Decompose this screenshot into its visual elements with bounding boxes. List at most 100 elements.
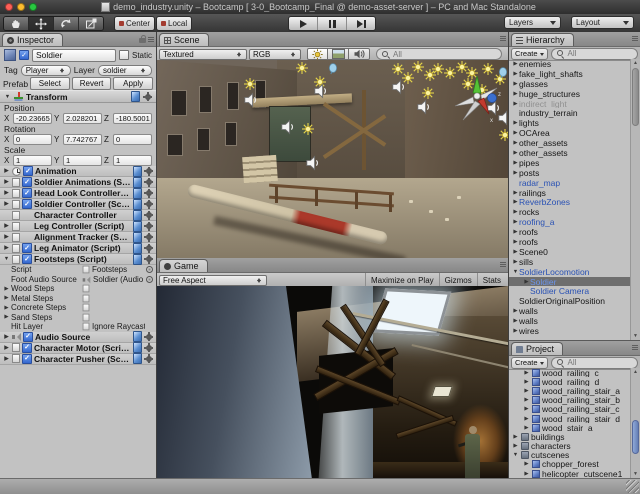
gear-icon[interactable] — [144, 200, 153, 209]
help-book-icon[interactable] — [133, 177, 142, 188]
hierarchy-item[interactable]: ▶ OCArea — [509, 128, 630, 138]
resize-grip[interactable] — [626, 480, 639, 493]
hierarchy-item[interactable]: ▶ other_assets — [509, 148, 630, 158]
speaker-gizmo-icon[interactable] — [499, 112, 508, 125]
scene-panel-menu[interactable] — [500, 36, 506, 41]
foldout-icon[interactable]: ▶ — [512, 150, 519, 156]
hierarchy-item[interactable]: SoldierOriginalPosition — [509, 296, 630, 306]
tab-scene[interactable]: Scene — [159, 33, 209, 46]
sun-gizmo-icon[interactable] — [462, 78, 474, 90]
project-item[interactable]: ▶ helicopter_cutscene1 — [509, 469, 630, 478]
gear-icon[interactable] — [144, 167, 153, 176]
foldout-icon[interactable]: ▶ — [512, 130, 519, 136]
lock-icon[interactable] — [139, 38, 146, 43]
project-item[interactable]: ▶ wood_railing_stair_b — [509, 396, 630, 405]
help-book-icon[interactable] — [133, 199, 142, 210]
inspector-panel-menu[interactable] — [139, 36, 154, 43]
hierarchy-item[interactable]: ▶ huge_structures — [509, 89, 630, 99]
foldout-icon[interactable]: ▶ — [523, 425, 530, 431]
foldout-icon[interactable]: ▶ — [512, 209, 519, 215]
scroll-up-icon[interactable]: ▲ — [631, 369, 640, 375]
speaker-gizmo-icon[interactable] — [307, 157, 318, 170]
foldout-icon[interactable]: ▶ — [3, 223, 10, 229]
foldout-icon[interactable]: ▶ — [523, 388, 530, 394]
foldout-icon[interactable]: ▶ — [512, 160, 519, 166]
layers-dropdown[interactable]: Layers — [504, 16, 561, 29]
menu-icon[interactable] — [632, 345, 638, 350]
project-item[interactable]: ▶ wood_railing_c — [509, 368, 630, 377]
foldout-icon[interactable]: ▶ — [523, 279, 530, 285]
gameobject-name-field[interactable]: Soldier — [32, 49, 116, 62]
component-header[interactable]: ▶ ✓ Character Pusher (Script) — [0, 354, 156, 365]
component-checkbox[interactable]: ✓ — [22, 354, 32, 364]
hierarchy-item[interactable]: ▶ railings — [509, 188, 630, 198]
speaker-gizmo-icon[interactable] — [282, 121, 293, 134]
balloon-gizmo-icon[interactable] — [329, 64, 336, 74]
hierarchy-item[interactable]: ▶ fake_light_shafts — [509, 69, 630, 79]
foldout-icon[interactable]: ▶ — [3, 245, 10, 251]
help-book-icon[interactable] — [133, 188, 142, 199]
foldout-icon[interactable]: ▶ — [512, 308, 519, 314]
hierarchy-item[interactable]: ▶ posts — [509, 168, 630, 178]
foldout-icon[interactable]: ▶ — [512, 170, 519, 176]
tab-hierarchy[interactable]: Hierarchy — [511, 33, 574, 46]
hierarchy-item[interactable]: ▶ enemies — [509, 59, 630, 69]
foldout-icon[interactable]: ▶ — [512, 140, 519, 146]
foldout-icon[interactable]: ▶ — [512, 434, 519, 440]
center-pivot-button[interactable]: Center — [114, 16, 155, 31]
property-row[interactable]: ▶ Sand Steps — [0, 313, 156, 323]
scrollbar-thumb[interactable] — [632, 420, 639, 454]
project-item[interactable]: ▶ wood_railing_stair_c — [509, 405, 630, 414]
menu-icon[interactable] — [632, 36, 638, 41]
hierarchy-item[interactable]: ▶ glasses — [509, 79, 630, 89]
hierarchy-item[interactable]: radar_map — [509, 178, 630, 188]
foldout-icon[interactable]: ▶ — [3, 345, 10, 351]
gear-icon[interactable] — [143, 92, 152, 101]
foldout-icon[interactable]: ▼ — [4, 94, 11, 100]
property-row[interactable]: Script Footsteps — [0, 265, 156, 275]
help-book-icon[interactable] — [133, 232, 142, 243]
help-book-icon[interactable] — [133, 342, 142, 353]
foldout-icon[interactable]: ▶ — [512, 318, 519, 324]
transform-header[interactable]: ▼ Transform — [0, 90, 156, 103]
foldout-icon[interactable]: ▶ — [3, 179, 10, 185]
foldout-icon[interactable]: ▶ — [512, 61, 519, 67]
component-checkbox[interactable]: ✓ — [23, 332, 33, 342]
component-header[interactable]: ▼ ✓ Footsteps (Script) — [0, 254, 156, 265]
sun-gizmo-icon[interactable] — [466, 67, 478, 79]
tab-project[interactable]: Project — [511, 342, 563, 355]
component-header[interactable]: ▶ ✓ Character Motor (Script) — [0, 343, 156, 354]
sun-gizmo-icon[interactable] — [432, 63, 444, 75]
stats-button[interactable]: Stats — [477, 273, 506, 287]
foldout-icon[interactable]: ▶ — [512, 219, 519, 225]
tab-game[interactable]: Game — [159, 259, 208, 272]
foldout-icon[interactable]: ▶ — [512, 120, 519, 126]
hierarchy-item[interactable]: ▶ rocks — [509, 207, 630, 217]
foldout-icon[interactable]: ▶ — [523, 461, 530, 467]
project-item[interactable]: ▶ wood_railing_stair_a — [509, 386, 630, 395]
project-item[interactable]: ▶ wood_railing_stair_d — [509, 414, 630, 423]
move-tool-button[interactable] — [29, 17, 54, 30]
sun-gizmo-icon[interactable] — [499, 129, 508, 141]
component-header[interactable]: ▶ ✓ Audio Source — [0, 332, 156, 343]
hierarchy-scrollbar[interactable]: ▲ ▼ — [630, 59, 640, 340]
foldout-icon[interactable]: ▶ — [523, 416, 530, 422]
foldout-icon[interactable]: ▶ — [512, 249, 519, 255]
component-header[interactable]: ▶ ✓ Leg Animator (Script) — [0, 243, 156, 254]
sun-gizmo-icon[interactable] — [412, 61, 424, 73]
foldout-icon[interactable]: ▶ — [512, 259, 519, 265]
menu-icon[interactable] — [148, 37, 154, 42]
component-header[interactable]: ▶ ✓ Animation — [0, 166, 156, 177]
scale-tool-button[interactable] — [79, 17, 103, 30]
foldout-icon[interactable]: ▶ — [3, 168, 10, 174]
speaker-gizmo-icon[interactable] — [488, 102, 499, 115]
create-button[interactable]: Create — [511, 48, 548, 60]
sun-gizmo-icon[interactable] — [392, 63, 404, 75]
foldout-icon[interactable]: ▶ — [3, 190, 10, 196]
sun-gizmo-icon[interactable] — [402, 72, 414, 84]
hierarchy-item[interactable]: ▼ SoldierLocomotion — [509, 267, 630, 277]
speaker-gizmo-icon[interactable] — [245, 94, 256, 107]
foldout-icon[interactable]: ▶ — [3, 286, 10, 292]
rotation-x-field[interactable]: 0 — [13, 134, 52, 145]
foldout-icon[interactable]: ▶ — [3, 356, 10, 362]
